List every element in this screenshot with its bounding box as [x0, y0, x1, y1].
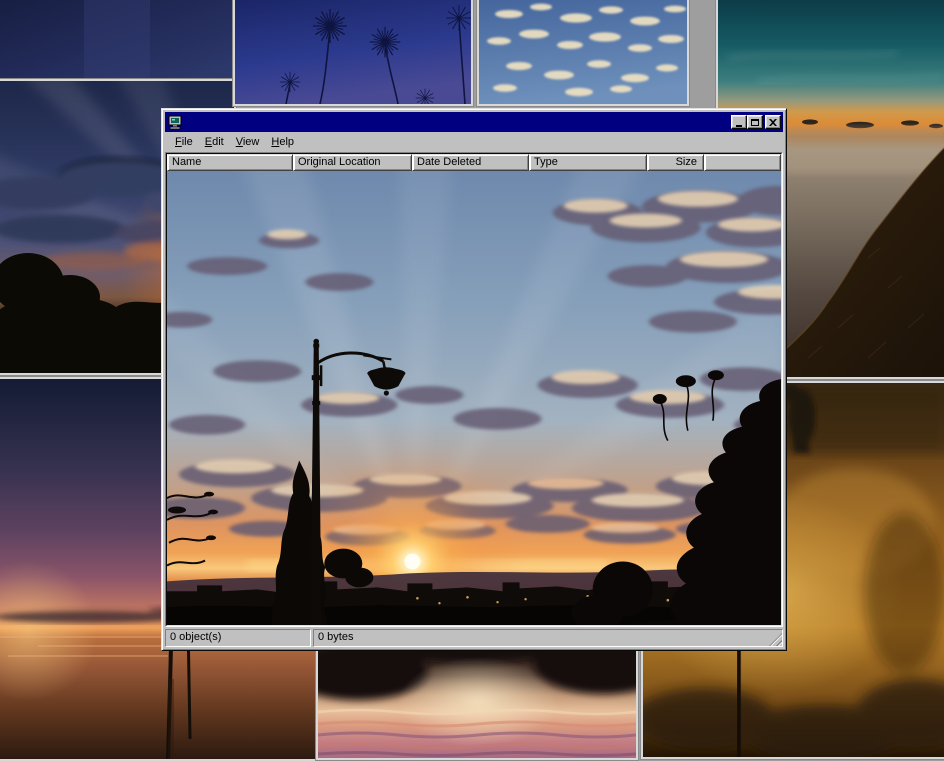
- window-controls: [731, 115, 781, 129]
- minimize-icon: [736, 125, 742, 127]
- menu-help[interactable]: Help: [265, 135, 300, 149]
- maximize-button[interactable]: [747, 115, 763, 129]
- altocumulus-photo: [479, 0, 687, 104]
- window-titlebar[interactable]: [165, 112, 783, 132]
- wallpaper-tile-dandelion: [233, 0, 473, 106]
- maximize-icon: [751, 119, 759, 126]
- status-objects: 0 object(s): [165, 629, 311, 647]
- column-header-size[interactable]: Size: [647, 154, 704, 171]
- desktop: { "colors":{"titlebar":"#000080","window…: [0, 0, 944, 755]
- menu-bar: File Edit View Help: [165, 132, 783, 152]
- wallpaper-tile-night-sky: [0, 0, 236, 80]
- column-header-date-deleted[interactable]: Date Deleted: [412, 154, 529, 171]
- column-header-type[interactable]: Type: [529, 154, 647, 171]
- menu-file[interactable]: File: [169, 135, 199, 149]
- column-header-original-location[interactable]: Original Location: [293, 154, 412, 171]
- menu-view[interactable]: View: [230, 135, 266, 149]
- night-sky-photo: [0, 0, 234, 78]
- column-header-filler: [704, 154, 781, 171]
- recycle-bin-window: File Edit View Help Name Original Locati…: [161, 108, 787, 651]
- close-button[interactable]: [765, 115, 781, 129]
- dandelion-photo: [235, 0, 471, 104]
- close-icon: [769, 119, 777, 126]
- column-headers: Name Original Location Date Deleted Type…: [167, 154, 781, 171]
- sunset-streetlamp-photo: [167, 171, 781, 625]
- list-viewport[interactable]: [167, 171, 781, 625]
- computer-icon: [167, 115, 183, 130]
- status-bar: 0 object(s) 0 bytes: [165, 629, 783, 647]
- wallpaper-tile-altocumulus: [477, 0, 689, 106]
- menu-edit[interactable]: Edit: [199, 135, 230, 149]
- file-list: Name Original Location Date Deleted Type…: [165, 152, 783, 627]
- column-header-name[interactable]: Name: [167, 154, 293, 171]
- status-bytes: 0 bytes: [313, 629, 783, 647]
- minimize-button[interactable]: [731, 115, 747, 129]
